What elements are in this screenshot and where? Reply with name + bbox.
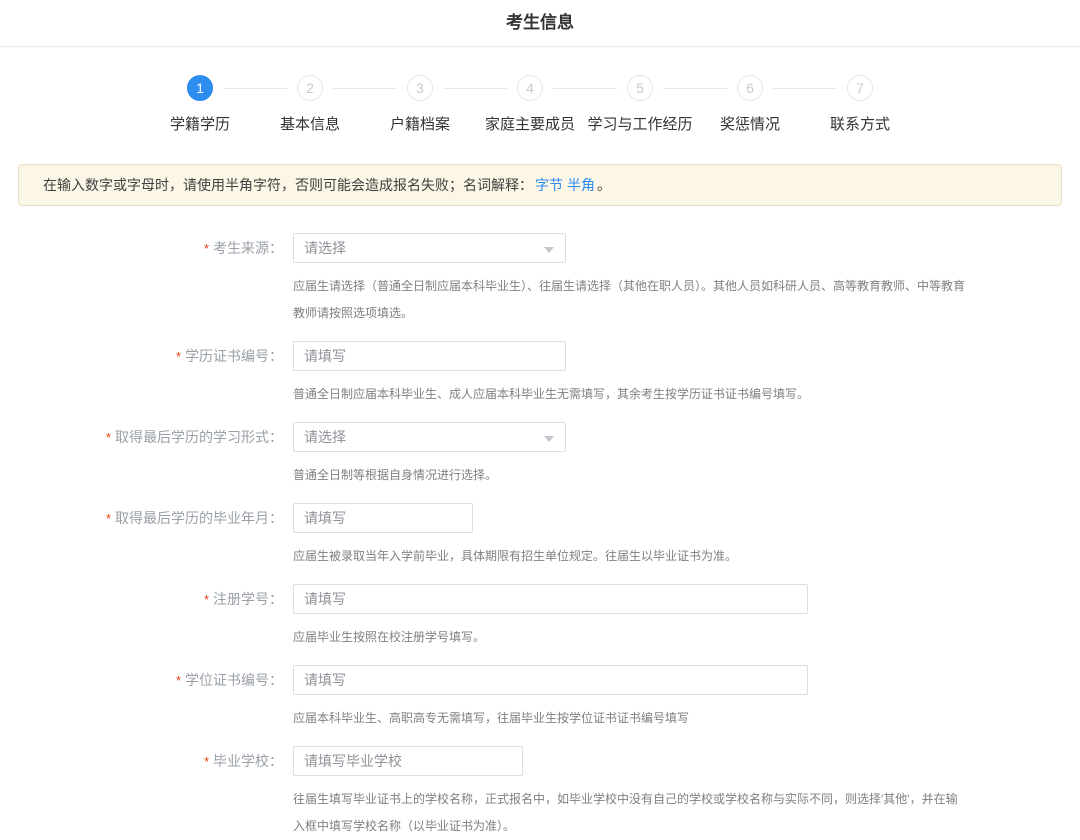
field-help-text: 普通全日制等根据自身情况进行选择。	[293, 462, 965, 489]
registered-student-id-field: * 注册学号： 应届毕业生按照在校注册学号填写。	[0, 584, 1080, 651]
page-title: 考生信息	[0, 0, 1080, 47]
field-help-text: 应届生请选择（普通全日制应届本科毕业生）、往届生请选择（其他在职人员）。其他人员…	[293, 273, 965, 327]
last-education-study-form-field: * 取得最后学历的学习形式： 请选择 普通全日制等根据自身情况进行选择。	[0, 422, 1080, 489]
step-label: 学籍学历	[170, 113, 230, 134]
candidate-info-form: * 考生来源： 请选择 应届生请选择（普通全日制应届本科毕业生）、往届生请选择（其…	[0, 233, 1080, 840]
field-label: 考生来源：	[213, 240, 283, 256]
field-label: 学位证书编号：	[185, 672, 283, 688]
field-label: 注册学号：	[213, 591, 283, 607]
field-label-wrap: * 毕业学校：	[0, 746, 283, 840]
step-label: 家庭主要成员	[485, 113, 575, 134]
field-label-wrap: * 取得最后学历的毕业年月：	[0, 503, 283, 570]
step-label: 奖惩情况	[720, 113, 780, 134]
field-label-wrap: * 考生来源：	[0, 233, 283, 327]
field-help-text: 应届本科毕业生、高职高专无需填写，往届毕业生按学位证书证书编号填写	[293, 705, 965, 732]
graduation-school-field: * 毕业学校： 往届生填写毕业证书上的学校名称，正式报名中，如毕业学校中没有自己的…	[0, 746, 1080, 840]
step-number-badge: 5	[627, 75, 653, 101]
stepper-step-household-archive[interactable]: 3 户籍档案	[365, 75, 475, 134]
glossary-link-byte[interactable]: 字节	[535, 175, 563, 195]
field-label: 毕业学校：	[213, 753, 283, 769]
graduation-school-input[interactable]	[293, 746, 523, 776]
field-help-text: 应届毕业生按照在校注册学号填写。	[293, 624, 965, 651]
warning-text-period: 。	[597, 175, 611, 195]
degree-certificate-number-field: * 学位证书编号： 应届本科毕业生、高职高专无需填写，往届毕业生按学位证书证书编号…	[0, 665, 1080, 732]
step-number-badge: 3	[407, 75, 433, 101]
step-label: 户籍档案	[390, 113, 450, 134]
field-help-text: 普通全日制应届本科毕业生、成人应届本科毕业生无需填写，其余考生按学历证书证书编号…	[293, 381, 965, 408]
halfwidth-warning-banner: 在输入数字或字母时，请使用半角字符，否则可能会造成报名失败；名词解释： 字节 半…	[18, 164, 1062, 206]
stepper-step-study-work-experience[interactable]: 5 学习与工作经历	[585, 75, 695, 134]
step-number-badge: 7	[847, 75, 873, 101]
last-education-study-form-select[interactable]: 请选择	[293, 422, 566, 452]
required-asterisk: *	[204, 592, 209, 607]
field-label: 取得最后学历的毕业年月：	[115, 510, 283, 526]
required-asterisk: *	[106, 511, 111, 526]
stepper-step-student-status[interactable]: 1 学籍学历	[145, 75, 255, 134]
stepper-step-rewards-punishments[interactable]: 6 奖惩情况	[695, 75, 805, 134]
stepper-step-family-members[interactable]: 4 家庭主要成员	[475, 75, 585, 134]
field-help-text: 往届生填写毕业证书上的学校名称，正式报名中，如毕业学校中没有自己的学校或学校名称…	[293, 786, 965, 840]
last-education-graduation-date-input[interactable]	[293, 503, 473, 533]
required-asterisk: *	[204, 241, 209, 256]
field-label-wrap: * 学位证书编号：	[0, 665, 283, 732]
required-asterisk: *	[106, 430, 111, 445]
field-label-wrap: * 注册学号：	[0, 584, 283, 651]
candidate-source-field: * 考生来源： 请选择 应届生请选择（普通全日制应届本科毕业生）、往届生请选择（其…	[0, 233, 1080, 327]
chevron-down-icon	[544, 436, 554, 442]
step-label: 基本信息	[280, 113, 340, 134]
step-number-badge: 6	[737, 75, 763, 101]
field-label-wrap: * 学历证书编号：	[0, 341, 283, 408]
select-placeholder: 请选择	[304, 427, 346, 447]
last-education-graduation-date-field: * 取得最后学历的毕业年月： 应届生被录取当年入学前毕业，具体期限有招生单位规定。…	[0, 503, 1080, 570]
field-help-text: 应届生被录取当年入学前毕业，具体期限有招生单位规定。往届生以毕业证书为准。	[293, 543, 965, 570]
stepper: 1 学籍学历 2 基本信息 3 户籍档案 4 家庭主要成员 5 学习与工作经历 …	[145, 75, 1080, 134]
degree-certificate-number-input[interactable]	[293, 665, 808, 695]
step-number-badge: 4	[517, 75, 543, 101]
chevron-down-icon	[544, 247, 554, 253]
step-label: 联系方式	[830, 113, 890, 134]
diploma-certificate-number-input[interactable]	[293, 341, 566, 371]
glossary-link-halfwidth[interactable]: 半角	[567, 175, 595, 195]
required-asterisk: *	[204, 754, 209, 769]
warning-text: 在输入数字或字母时，请使用半角字符，否则可能会造成报名失败；名词解释：	[43, 175, 533, 195]
stepper-step-contact-info[interactable]: 7 联系方式	[805, 75, 915, 134]
step-number-badge: 1	[187, 75, 213, 101]
field-label: 取得最后学历的学习形式：	[115, 429, 283, 445]
field-label-wrap: * 取得最后学历的学习形式：	[0, 422, 283, 489]
required-asterisk: *	[176, 349, 181, 364]
field-label: 学历证书编号：	[185, 348, 283, 364]
candidate-source-select[interactable]: 请选择	[293, 233, 566, 263]
step-number-badge: 2	[297, 75, 323, 101]
stepper-step-basic-info[interactable]: 2 基本信息	[255, 75, 365, 134]
step-label: 学习与工作经历	[587, 113, 692, 134]
diploma-certificate-number-field: * 学历证书编号： 普通全日制应届本科毕业生、成人应届本科毕业生无需填写，其余考生…	[0, 341, 1080, 408]
select-placeholder: 请选择	[304, 238, 346, 258]
registered-student-id-input[interactable]	[293, 584, 808, 614]
required-asterisk: *	[176, 673, 181, 688]
